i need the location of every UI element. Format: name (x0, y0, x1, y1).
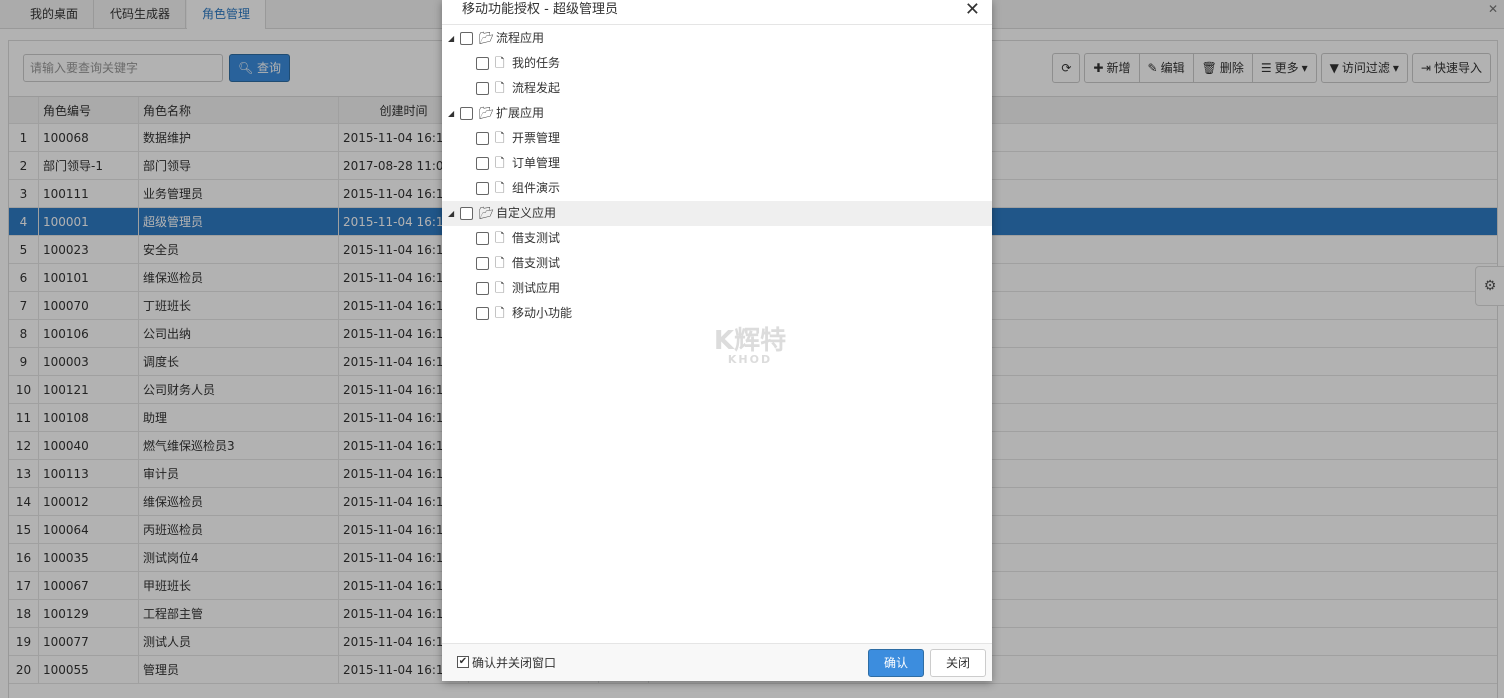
dialog-header: 移动功能授权 - 超级管理员 ✕ (442, 0, 992, 25)
expand-arrow-icon[interactable]: ◢ (448, 101, 454, 126)
tree-node-label: 借支测试 (512, 256, 561, 270)
tree-node-label: 组件演示 (512, 181, 561, 195)
tree-node-label: 自定义应用 (496, 206, 557, 220)
tree-checkbox[interactable] (460, 32, 473, 45)
confirm-close-checkbox[interactable]: ✔ (457, 656, 469, 668)
close-button[interactable]: 关闭 (930, 649, 986, 677)
watermark-logo: K辉特 KHOD (701, 326, 799, 371)
file-icon: 🗋 (495, 231, 505, 245)
dialog-title: 移动功能授权 - 超级管理员 (462, 2, 618, 17)
tree-node-label: 移动小功能 (512, 306, 573, 320)
folder-open-icon: 📂︎ (479, 106, 495, 120)
tree-checkbox[interactable] (460, 207, 473, 220)
tree-checkbox[interactable] (476, 257, 489, 270)
tree-leaf-node[interactable]: 🗋 借支测试 (442, 226, 992, 251)
dialog-footer: ✔ 确认并关闭窗口 确认 关闭 (442, 643, 992, 681)
close-icon[interactable]: ✕ (965, 0, 980, 19)
tree-node-label: 扩展应用 (496, 106, 545, 120)
tree-leaf-node[interactable]: 🗋 测试应用 (442, 276, 992, 301)
tree-checkbox[interactable] (476, 132, 489, 145)
tree-node-label: 流程应用 (496, 31, 545, 45)
folder-open-icon: 📂︎ (479, 31, 495, 45)
tree-checkbox[interactable] (476, 182, 489, 195)
file-icon: 🗋 (495, 81, 505, 95)
expand-arrow-icon[interactable]: ◢ (448, 26, 454, 51)
tree-node-label: 订单管理 (512, 156, 561, 170)
tree-checkbox[interactable] (476, 282, 489, 295)
watermark-text: K辉特 (713, 326, 787, 356)
tree-node-label: 借支测试 (512, 231, 561, 245)
tree-group-node[interactable]: ◢ 📂︎ 流程应用 (442, 26, 992, 51)
file-icon: 🗋 (495, 131, 505, 145)
tree-node-label: 流程发起 (512, 81, 561, 95)
tree-checkbox[interactable] (476, 57, 489, 70)
mobile-auth-dialog: 移动功能授权 - 超级管理员 ✕ ◢ 📂︎ 流程应用 🗋 我的任务 🗋 流程发起 ◢ 📂︎ 扩展应… (442, 0, 992, 681)
file-icon: 🗋 (495, 181, 505, 195)
tree-group-node[interactable]: ◢ 📂︎ 自定义应用 (442, 201, 992, 226)
tree-leaf-node[interactable]: 🗋 借支测试 (442, 251, 992, 276)
tree-leaf-node[interactable]: 🗋 订单管理 (442, 151, 992, 176)
file-icon: 🗋 (495, 281, 505, 295)
confirm-button[interactable]: 确认 (868, 649, 924, 677)
file-icon: 🗋 (495, 306, 505, 320)
expand-arrow-icon[interactable]: ◢ (448, 201, 454, 226)
tree-group-node[interactable]: ◢ 📂︎ 扩展应用 (442, 101, 992, 126)
tree-checkbox[interactable] (476, 157, 489, 170)
tree-checkbox[interactable] (476, 82, 489, 95)
tree-leaf-node[interactable]: 🗋 组件演示 (442, 176, 992, 201)
file-icon: 🗋 (495, 156, 505, 170)
file-icon: 🗋 (495, 56, 505, 70)
folder-open-icon: 📂︎ (479, 206, 495, 220)
tree-checkbox[interactable] (476, 307, 489, 320)
tree-checkbox[interactable] (460, 107, 473, 120)
tree-node-label: 我的任务 (512, 56, 561, 70)
tree-node-label: 开票管理 (512, 131, 561, 145)
tree-node-label: 测试应用 (512, 281, 561, 295)
tree-leaf-node[interactable]: 🗋 流程发起 (442, 76, 992, 101)
file-icon: 🗋 (495, 256, 505, 270)
tree-leaf-node[interactable]: 🗋 我的任务 (442, 51, 992, 76)
tree-leaf-node[interactable]: 🗋 开票管理 (442, 126, 992, 151)
tree-leaf-node[interactable]: 🗋 移动小功能 (442, 301, 992, 326)
confirm-close-label: 确认并关闭窗口 (472, 656, 557, 670)
tree-checkbox[interactable] (476, 232, 489, 245)
